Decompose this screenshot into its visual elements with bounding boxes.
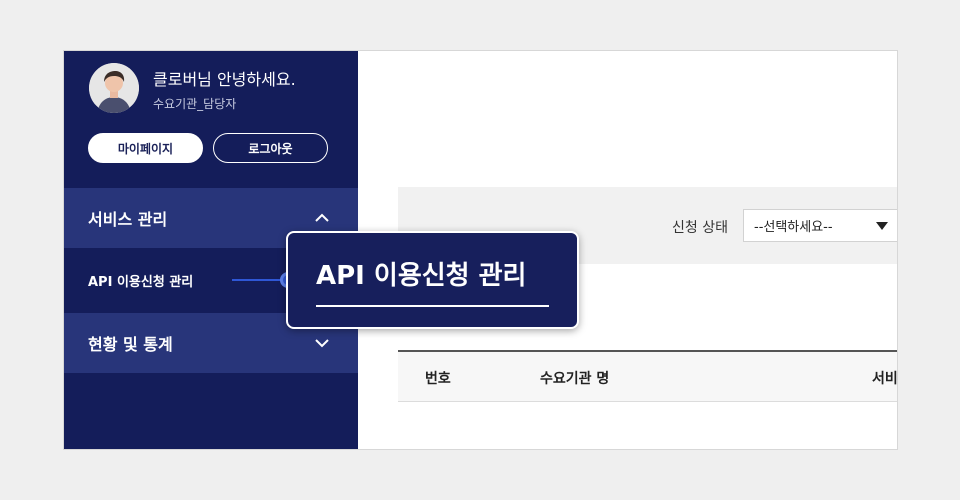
user-avatar <box>89 63 139 113</box>
sidebar-item-api-application[interactable]: API 이용신청 관리 <box>88 271 193 290</box>
column-header-service[interactable]: 서비 <box>872 368 897 388</box>
chevron-up-icon <box>315 213 329 222</box>
table-header: 번호 수요기관 명 서비 <box>398 350 897 402</box>
status-select-value: --선택하세요-- <box>754 220 833 235</box>
status-filter-label: 신청 상태 <box>672 220 728 236</box>
mypage-button[interactable]: 마이페이지 <box>88 133 203 163</box>
callout-tooltip: API 이용신청 관리 <box>286 231 579 329</box>
menu-group-label: 서비스 관리 <box>88 210 168 229</box>
status-select[interactable]: --선택하세요-- <box>743 209 897 242</box>
dropdown-arrow-icon <box>876 222 888 230</box>
logout-button[interactable]: 로그아웃 <box>213 133 328 163</box>
column-header-number[interactable]: 번호 <box>425 368 451 388</box>
menu-group-label: 현황 및 통계 <box>88 335 173 354</box>
chevron-down-icon <box>315 339 329 348</box>
user-greeting: 클로버님 안녕하세요. <box>153 70 296 89</box>
user-role: 수요기관_담당자 <box>153 97 237 111</box>
callout-underline <box>316 305 549 307</box>
column-header-agency-name[interactable]: 수요기관 명 <box>540 368 609 388</box>
callout-text: API 이용신청 관리 <box>316 261 527 291</box>
